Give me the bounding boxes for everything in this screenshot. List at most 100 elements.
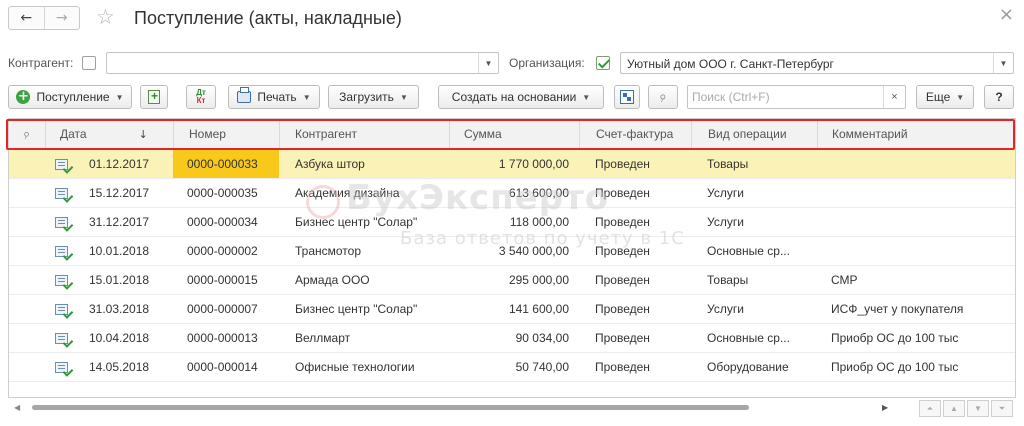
cell-number[interactable]: 0000-000014 bbox=[173, 353, 279, 381]
cell-invoice[interactable]: Проведен bbox=[579, 266, 691, 294]
load-button[interactable]: Загрузить ▼ bbox=[328, 85, 419, 109]
cell-operation[interactable]: Услуги bbox=[691, 208, 817, 236]
cell-invoice[interactable]: Проведен bbox=[579, 208, 691, 236]
cell-comment[interactable]: ИСФ_учет у покупателя bbox=[817, 295, 1015, 323]
cell-operation[interactable]: Услуги bbox=[691, 179, 817, 207]
cell-date[interactable]: 15.01.2018 bbox=[45, 266, 173, 294]
cell-sum[interactable]: 1 770 000,00 bbox=[449, 150, 579, 178]
cell-comment[interactable] bbox=[817, 208, 1015, 236]
table-row[interactable]: 31.03.2018 0000-000007 Бизнес центр "Солар… bbox=[9, 295, 1015, 324]
cell-invoice[interactable]: Проведен bbox=[579, 150, 691, 178]
search-clear-button[interactable]: × bbox=[883, 86, 905, 108]
cell-number[interactable]: 0000-000033 bbox=[173, 150, 279, 178]
scroll-up-button[interactable]: ▲ bbox=[943, 400, 965, 417]
dropdown-arrow-icon[interactable]: ▼ bbox=[478, 53, 498, 73]
cell-operation[interactable]: Товары bbox=[691, 266, 817, 294]
cell-sum[interactable]: 141 600,00 bbox=[449, 295, 579, 323]
cell-operation[interactable]: Основные ср... bbox=[691, 324, 817, 352]
close-icon[interactable]: × bbox=[999, 4, 1014, 25]
column-header-invoice[interactable]: Счет-фактура bbox=[579, 119, 691, 149]
cell-date[interactable]: 31.03.2018 bbox=[45, 295, 173, 323]
scroll-left-icon[interactable]: ◀ bbox=[14, 403, 20, 412]
cell-invoice[interactable]: Проведен bbox=[579, 324, 691, 352]
cell-sum[interactable]: 90 034,00 bbox=[449, 324, 579, 352]
document-structure-button[interactable] bbox=[614, 85, 640, 109]
help-button[interactable]: ? bbox=[984, 85, 1014, 109]
cell-date[interactable]: 14.05.2018 bbox=[45, 353, 173, 381]
receipt-create-button[interactable]: + Поступление ▼ bbox=[8, 85, 132, 109]
cell-date[interactable]: 31.12.2017 bbox=[45, 208, 173, 236]
scrollbar-thumb[interactable] bbox=[32, 405, 749, 410]
cell-comment[interactable] bbox=[817, 150, 1015, 178]
cell-date[interactable]: 10.04.2018 bbox=[45, 324, 173, 352]
cell-operation[interactable]: Товары bbox=[691, 150, 817, 178]
scroll-to-top-button[interactable]: ⏶ bbox=[919, 400, 941, 417]
cell-sum[interactable]: 295 000,00 bbox=[449, 266, 579, 294]
cell-comment[interactable]: Приобр ОС до 100 тыс bbox=[817, 353, 1015, 381]
dropdown-arrow-icon[interactable]: ▼ bbox=[993, 53, 1013, 73]
cell-number[interactable]: 0000-000013 bbox=[173, 324, 279, 352]
table-row[interactable]: 01.12.2017 0000-000033 Азбука штор 1 770 00… bbox=[9, 150, 1015, 179]
cell-sum[interactable]: 3 540 000,00 bbox=[449, 237, 579, 265]
cell-counterparty[interactable]: Веллмарт bbox=[279, 324, 449, 352]
forward-button[interactable]: → bbox=[43, 7, 80, 29]
create-based-on-button[interactable]: Создать на основании ▼ bbox=[438, 85, 604, 109]
cell-date[interactable]: 15.12.2017 bbox=[45, 179, 173, 207]
column-header-date[interactable]: Дата ↓ bbox=[45, 119, 173, 149]
search-input[interactable] bbox=[692, 89, 877, 105]
back-button[interactable]: ← bbox=[9, 7, 44, 29]
table-row[interactable]: 15.01.2018 0000-000015 Армада ООО 295 000,0… bbox=[9, 266, 1015, 295]
cell-counterparty[interactable]: Трансмотор bbox=[279, 237, 449, 265]
more-button[interactable]: Еще ▼ bbox=[916, 85, 974, 109]
dt-kt-button[interactable]: Дт Кт bbox=[186, 85, 216, 109]
cell-counterparty[interactable]: Офисные технологии bbox=[279, 353, 449, 381]
cell-sum[interactable]: 118 000,00 bbox=[449, 208, 579, 236]
table-row[interactable]: 14.05.2018 0000-000014 Офисные технологии 5… bbox=[9, 353, 1015, 382]
column-header-counterparty[interactable]: Контрагент bbox=[279, 119, 449, 149]
column-header-attachments[interactable]: ⌕ bbox=[9, 119, 45, 149]
cell-operation[interactable]: Основные ср... bbox=[691, 237, 817, 265]
favorite-star-icon[interactable]: ☆ bbox=[96, 5, 115, 29]
cell-number[interactable]: 0000-000007 bbox=[173, 295, 279, 323]
column-header-comment[interactable]: Комментарий bbox=[817, 119, 1015, 149]
cell-counterparty[interactable]: Бизнес центр "Солар" bbox=[279, 295, 449, 323]
scroll-to-bottom-button[interactable]: ⏷ bbox=[991, 400, 1013, 417]
copy-document-button[interactable] bbox=[140, 85, 168, 109]
column-header-number[interactable]: Номер bbox=[173, 119, 279, 149]
organization-filter-checkbox[interactable] bbox=[596, 56, 610, 70]
cell-counterparty[interactable]: Азбука штор bbox=[279, 150, 449, 178]
counterparty-filter-checkbox[interactable] bbox=[82, 56, 96, 70]
column-header-operation[interactable]: Вид операции bbox=[691, 119, 817, 149]
cell-invoice[interactable]: Проведен bbox=[579, 353, 691, 381]
cell-comment[interactable]: Приобр ОС до 100 тыс bbox=[817, 324, 1015, 352]
column-header-sum[interactable]: Сумма bbox=[449, 119, 579, 149]
counterparty-filter-field[interactable]: ▼ bbox=[106, 52, 499, 74]
print-button[interactable]: Печать ▼ bbox=[228, 85, 320, 109]
table-row[interactable]: 10.01.2018 0000-000002 Трансмотор 3 540 000… bbox=[9, 237, 1015, 266]
organization-filter-field[interactable]: Уютный дом ООО г. Санкт-Петербург ▼ bbox=[620, 52, 1014, 74]
search-field[interactable]: × bbox=[687, 85, 906, 109]
cell-sum[interactable]: 50 740,00 bbox=[449, 353, 579, 381]
cell-operation[interactable]: Услуги bbox=[691, 295, 817, 323]
cell-number[interactable]: 0000-000002 bbox=[173, 237, 279, 265]
cell-number[interactable]: 0000-000015 bbox=[173, 266, 279, 294]
cell-operation[interactable]: Оборудование bbox=[691, 353, 817, 381]
cell-comment[interactable] bbox=[817, 237, 1015, 265]
cell-sum[interactable]: 613 600,00 bbox=[449, 179, 579, 207]
scroll-down-button[interactable]: ▼ bbox=[967, 400, 989, 417]
cell-date[interactable]: 01.12.2017 bbox=[45, 150, 173, 178]
scroll-right-icon[interactable]: ▶ bbox=[882, 403, 888, 412]
cell-comment[interactable] bbox=[817, 179, 1015, 207]
table-row[interactable]: 15.12.2017 0000-000035 Академия дизайна 613… bbox=[9, 179, 1015, 208]
cell-counterparty[interactable]: Бизнес центр "Солар" bbox=[279, 208, 449, 236]
attachments-button[interactable]: ⌕ bbox=[648, 85, 678, 109]
cell-comment[interactable]: СМР bbox=[817, 266, 1015, 294]
cell-invoice[interactable]: Проведен bbox=[579, 179, 691, 207]
cell-counterparty[interactable]: Академия дизайна bbox=[279, 179, 449, 207]
cell-date[interactable]: 10.01.2018 bbox=[45, 237, 173, 265]
cell-invoice[interactable]: Проведен bbox=[579, 295, 691, 323]
cell-invoice[interactable]: Проведен bbox=[579, 237, 691, 265]
cell-counterparty[interactable]: Армада ООО bbox=[279, 266, 449, 294]
table-row[interactable]: 10.04.2018 0000-000013 Веллмарт 90 034,00 Пр… bbox=[9, 324, 1015, 353]
horizontal-scrollbar[interactable]: ◀ ▶ bbox=[8, 398, 898, 416]
